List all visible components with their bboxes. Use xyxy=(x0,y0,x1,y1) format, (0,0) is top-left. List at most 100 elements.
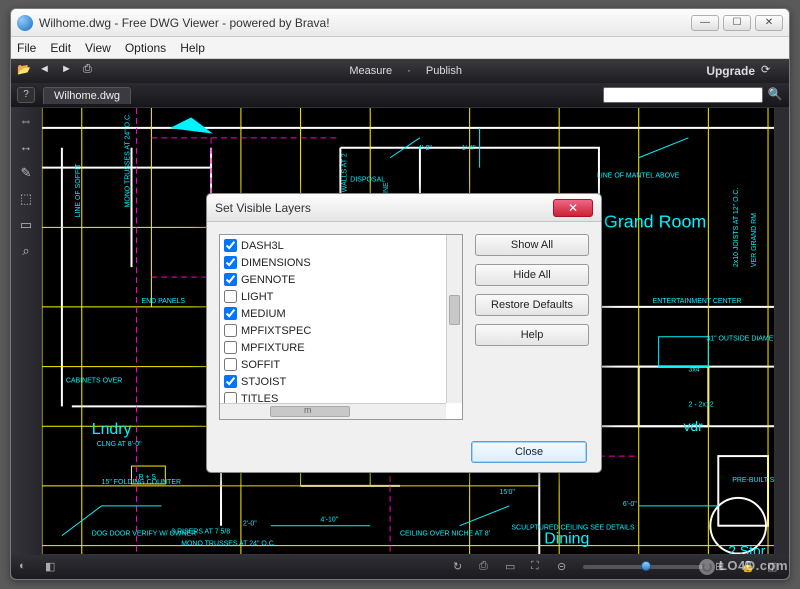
open-icon[interactable]: 📂 xyxy=(17,63,33,79)
layers-dialog: Set Visible Layers ✕ DASH3L DIMENSIONS GEN… xyxy=(206,193,602,473)
pencil-tool-icon[interactable]: ✎ xyxy=(17,165,35,181)
upgrade-link[interactable]: Upgrade xyxy=(706,64,755,78)
zoom-tool-icon[interactable]: ⌕ xyxy=(17,243,35,259)
layer-label: DASH3L xyxy=(241,240,284,252)
titlebar[interactable]: Wilhome.dwg - Free DWG Viewer - powered … xyxy=(11,9,789,37)
rotate-icon[interactable]: ↻ xyxy=(453,560,467,574)
layer-row[interactable]: DASH3L xyxy=(224,237,442,254)
layer-row[interactable]: MPFIXTSPEC xyxy=(224,322,442,339)
zoom-out-icon[interactable]: ⊝ xyxy=(557,560,571,574)
close-button[interactable]: ✕ xyxy=(755,15,783,31)
layer-checkbox[interactable] xyxy=(224,324,237,337)
search-icon[interactable]: 🔍 xyxy=(767,87,783,103)
layer-checkbox[interactable] xyxy=(224,341,237,354)
layers-hscrollbar[interactable]: m xyxy=(220,403,446,419)
page-icon[interactable]: ⎙ xyxy=(479,560,493,574)
rect-tool-icon[interactable]: ▭ xyxy=(17,217,35,233)
layer-label: STJOIST xyxy=(241,376,286,388)
upgrade-icon[interactable]: ⟳ xyxy=(761,63,777,79)
tabbar: ? Wilhome.dwg 🔍 xyxy=(11,83,789,107)
layer-row[interactable]: DIMENSIONS xyxy=(224,254,442,271)
pan-tool-icon[interactable]: ⇔ xyxy=(17,113,35,129)
arrow-tool-icon[interactable]: ↔ xyxy=(17,139,35,155)
svg-text:Grand Room: Grand Room xyxy=(604,211,706,231)
layer-label: GENNOTE xyxy=(241,274,295,286)
layer-checkbox[interactable] xyxy=(224,358,237,371)
help-button[interactable]: Help xyxy=(475,324,589,346)
svg-text:2x10 JOISTS AT 12" O.C.: 2x10 JOISTS AT 12" O.C. xyxy=(733,188,740,268)
svg-text:3 RISERS AT 7 5/8: 3 RISERS AT 7 5/8 xyxy=(171,529,230,536)
layer-label: MPFIXTURE xyxy=(241,342,305,354)
select-tool-icon[interactable]: ⬚ xyxy=(17,191,35,207)
file-tab[interactable]: Wilhome.dwg xyxy=(43,87,131,104)
layer-row[interactable]: GENNOTE xyxy=(224,271,442,288)
layer-checkbox[interactable] xyxy=(224,273,237,286)
zoom-slider-knob[interactable] xyxy=(641,561,651,571)
dialog-close-icon[interactable]: ✕ xyxy=(553,199,593,217)
layer-checkbox[interactable] xyxy=(224,392,237,403)
svg-text:2 Stor: 2 Stor xyxy=(728,543,765,555)
layer-checkbox[interactable] xyxy=(224,256,237,269)
right-scrollbar[interactable] xyxy=(775,107,789,555)
svg-text:R + S: R + S xyxy=(138,474,156,481)
layer-checkbox[interactable] xyxy=(224,290,237,303)
svg-text:LINE OF SOFFIT: LINE OF SOFFIT xyxy=(75,163,82,217)
svg-text:vdr: vdr xyxy=(683,418,703,434)
layer-label: LIGHT xyxy=(241,291,273,303)
layer-checkbox[interactable] xyxy=(224,375,237,388)
layer-row[interactable]: STJOIST xyxy=(224,373,442,390)
hide-all-button[interactable]: Hide All xyxy=(475,264,589,286)
search-input[interactable] xyxy=(603,87,763,103)
dialog-titlebar[interactable]: Set Visible Layers ✕ xyxy=(207,194,601,222)
svg-text:PRE-BUILT STAIR - 12 RISERS 8': PRE-BUILT STAIR - 12 RISERS 8'- xyxy=(732,477,774,484)
layer-row[interactable]: LIGHT xyxy=(224,288,442,305)
print-icon[interactable]: ⎙ xyxy=(83,63,99,79)
maximize-button[interactable]: ☐ xyxy=(723,15,751,31)
show-all-button[interactable]: Show All xyxy=(475,234,589,256)
left-toolbox: ⇔ ↔ ✎ ⬚ ▭ ⌕ xyxy=(11,107,41,555)
layer-row[interactable]: MEDIUM xyxy=(224,305,442,322)
layer-row[interactable]: MPFIXTURE xyxy=(224,339,442,356)
watermark-icon xyxy=(699,559,715,575)
layers-vscrollbar[interactable] xyxy=(446,235,462,403)
publish-menu[interactable]: Publish xyxy=(426,65,462,77)
nav-fwd-icon[interactable]: ► xyxy=(61,63,77,79)
statusbar: ◐ ◧ ↻ ⎙ ▭ ⛶ ⊝ ⊞ 🔒 ◫ xyxy=(11,555,789,579)
zoom-slider[interactable] xyxy=(583,565,703,569)
layer-checkbox[interactable] xyxy=(224,239,237,252)
layers-listbox[interactable]: DASH3L DIMENSIONS GENNOTE LIGHT MEDIUM MPFIXT… xyxy=(219,234,463,420)
menu-help[interactable]: Help xyxy=(180,41,205,55)
svg-text:MONO TRUSSES AT 24" O.C.: MONO TRUSSES AT 24" O.C. xyxy=(125,113,132,207)
svg-text:6'-0": 6'-0" xyxy=(623,501,637,508)
svg-text:MONO TRUSSES AT 24" O.C.: MONO TRUSSES AT 24" O.C. xyxy=(181,541,275,548)
menu-options[interactable]: Options xyxy=(125,41,166,55)
minimize-button[interactable]: — xyxy=(691,15,719,31)
menu-view[interactable]: View xyxy=(85,41,111,55)
fit-page-icon[interactable]: ⛶ xyxy=(531,560,545,574)
svg-text:ENTERTAINMENT CENTER: ENTERTAINMENT CENTER xyxy=(653,298,742,305)
close-button-dialog[interactable]: Close xyxy=(471,441,587,463)
toolbar-separator: · xyxy=(407,65,411,77)
vscroll-thumb[interactable] xyxy=(449,295,460,325)
svg-text:DISPOSAL: DISPOSAL xyxy=(350,177,385,184)
svg-text:3x4: 3x4 xyxy=(688,367,699,374)
menu-file[interactable]: File xyxy=(17,41,36,55)
contrast-icon[interactable]: ◐ xyxy=(19,560,33,574)
svg-text:15'0": 15'0" xyxy=(499,489,515,496)
layer-label: MEDIUM xyxy=(241,308,286,320)
toolbar: 📂 ◄ ► ⎙ Measure · Publish Upgrade ⟳ xyxy=(11,59,789,83)
svg-text:1'-4": 1'-4" xyxy=(462,145,476,152)
menu-edit[interactable]: Edit xyxy=(50,41,71,55)
svg-text:LINE OF MANTEL ABOVE: LINE OF MANTEL ABOVE xyxy=(597,173,680,180)
nav-back-icon[interactable]: ◄ xyxy=(39,63,55,79)
fit-width-icon[interactable]: ▭ xyxy=(505,560,519,574)
svg-text:2'-0": 2'-0" xyxy=(243,521,257,528)
layer-row[interactable]: TITLES xyxy=(224,390,442,403)
restore-defaults-button[interactable]: Restore Defaults xyxy=(475,294,589,316)
layer-checkbox[interactable] xyxy=(224,307,237,320)
layer-row[interactable]: SOFFIT xyxy=(224,356,442,373)
mono-icon[interactable]: ◧ xyxy=(45,560,59,574)
measure-menu[interactable]: Measure xyxy=(349,65,392,77)
help-button[interactable]: ? xyxy=(17,87,35,103)
dialog-title: Set Visible Layers xyxy=(215,201,311,215)
